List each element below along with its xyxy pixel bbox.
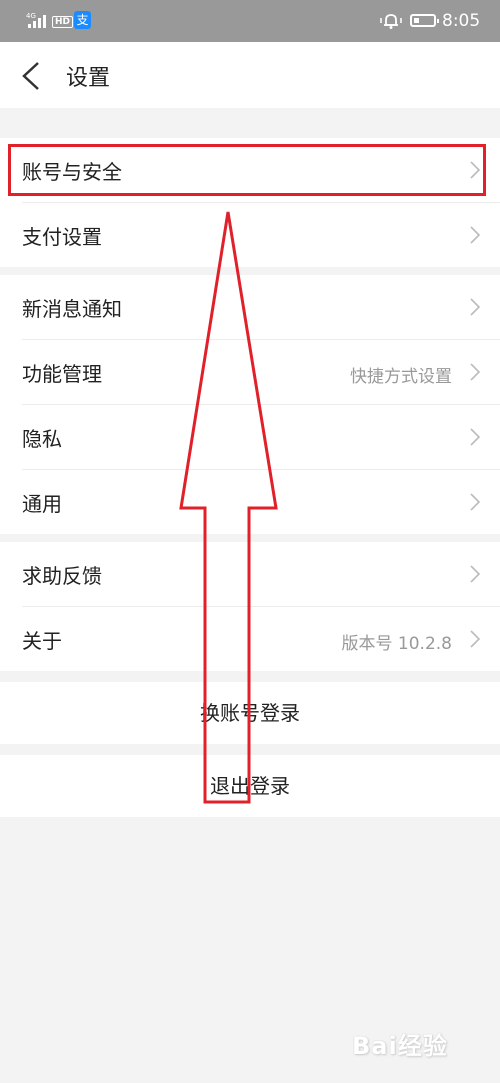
chevron-right-icon xyxy=(470,493,480,511)
header: 设置 xyxy=(0,42,500,108)
version-number: 版本号 10.2.8 xyxy=(341,634,452,654)
settings-group-account: 账号与安全 支付设置 xyxy=(0,138,500,267)
settings-item-payment[interactable]: 支付设置 xyxy=(22,203,500,267)
page-title: 设置 xyxy=(66,66,111,91)
settings-item-help-feedback[interactable]: 求助反馈 xyxy=(22,542,500,607)
settings-item-label: 支付设置 xyxy=(22,225,102,249)
settings-group-general: 新消息通知 功能管理 快捷方式设置 隐私 通用 xyxy=(0,275,500,534)
status-bar: 4G HD 支 8:05 xyxy=(0,0,500,42)
network-type: 4G xyxy=(26,12,36,20)
chevron-right-icon xyxy=(470,298,480,316)
settings-item-label: 功能管理 xyxy=(22,362,102,386)
switch-account-button[interactable]: 换账号登录 xyxy=(0,682,500,744)
settings-item-label: 新消息通知 xyxy=(22,297,122,321)
chevron-right-icon xyxy=(470,161,480,179)
hd-badge: HD xyxy=(52,16,74,28)
settings-item-label: 关于 xyxy=(22,629,62,653)
chevron-right-icon xyxy=(470,565,480,583)
back-arrow-icon[interactable] xyxy=(20,61,42,91)
chevron-right-icon xyxy=(470,226,480,244)
settings-item-label: 通用 xyxy=(22,492,62,516)
settings-item-general[interactable]: 通用 xyxy=(22,470,500,534)
chevron-right-icon xyxy=(470,428,480,446)
chevron-right-icon xyxy=(470,363,480,381)
settings-item-about[interactable]: 关于 版本号 10.2.8 xyxy=(22,607,500,671)
settings-item-privacy[interactable]: 隐私 xyxy=(22,405,500,470)
settings-group-help: 求助反馈 关于 版本号 10.2.8 xyxy=(0,542,500,671)
alipay-icon: 支 xyxy=(74,11,91,29)
settings-item-value: 快捷方式设置 xyxy=(350,367,452,387)
battery-icon xyxy=(410,14,439,27)
settings-item-notifications[interactable]: 新消息通知 xyxy=(22,275,500,340)
signal-icon: 4G xyxy=(26,12,46,28)
vibrate-icon xyxy=(380,14,402,29)
chevron-right-icon xyxy=(470,630,480,648)
settings-item-label: 隐私 xyxy=(22,427,62,451)
watermark: Bai经验 xyxy=(352,1032,448,1060)
settings-item-feature-management[interactable]: 功能管理 快捷方式设置 xyxy=(22,340,500,405)
settings-item-label: 求助反馈 xyxy=(22,564,102,588)
logout-button[interactable]: 退出登录 xyxy=(0,755,500,817)
settings-item-account-security[interactable]: 账号与安全 xyxy=(22,138,500,203)
clock: 8:05 xyxy=(442,11,481,31)
settings-item-label: 账号与安全 xyxy=(22,160,122,184)
